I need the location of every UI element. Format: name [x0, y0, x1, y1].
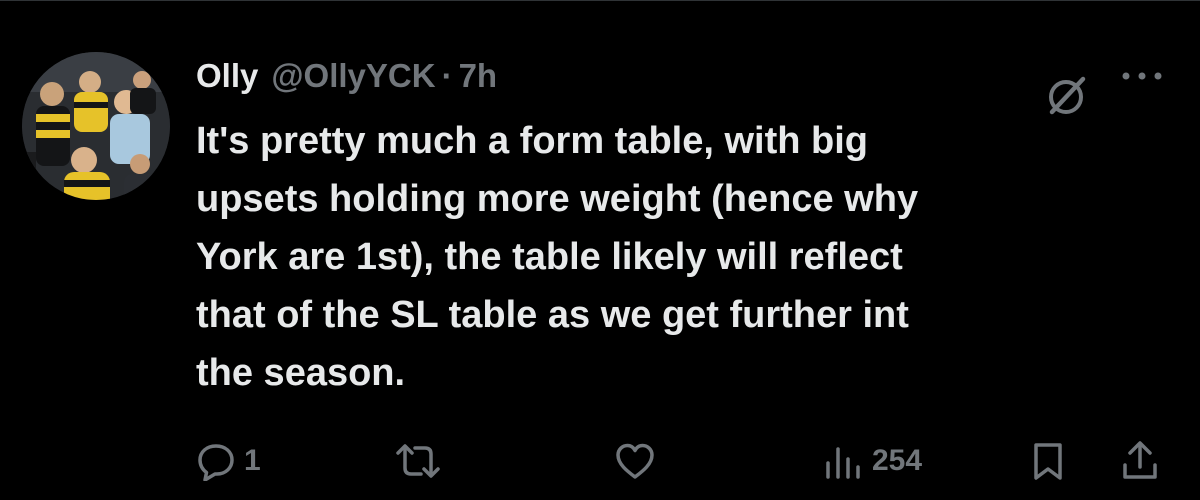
- avatar[interactable]: [22, 52, 170, 200]
- views-icon: [822, 441, 864, 481]
- bookmark-icon: [1030, 440, 1066, 482]
- bookmark-button[interactable]: [1030, 436, 1066, 486]
- like-button[interactable]: [614, 436, 664, 486]
- avatar-image: [22, 52, 170, 200]
- separator-dot: ·: [441, 57, 453, 94]
- author-handle[interactable]: @OllyYCK: [271, 52, 435, 100]
- share-icon: [1120, 439, 1160, 483]
- like-icon: [614, 441, 656, 481]
- views-count: 254: [872, 444, 923, 477]
- reply-icon: [196, 441, 236, 481]
- views-button[interactable]: 254: [822, 436, 922, 486]
- share-button[interactable]: [1120, 436, 1160, 486]
- tweet-actions: 1 254: [196, 436, 1186, 486]
- tweet[interactable]: Olly @OllyYCK · 7h It's pretty much a fo…: [0, 0, 1200, 500]
- author-display-name[interactable]: Olly: [196, 52, 258, 100]
- reply-count: 1: [244, 444, 261, 477]
- tweet-timestamp[interactable]: 7h: [459, 52, 498, 100]
- tweet-header: Olly @OllyYCK · 7h: [196, 52, 497, 100]
- retweet-button[interactable]: [394, 436, 450, 486]
- retweet-icon: [394, 441, 442, 481]
- reply-button[interactable]: 1: [196, 436, 261, 486]
- tweet-text: It's pretty much a form table, with big …: [196, 120, 919, 394]
- more-options-icon[interactable]: [1116, 66, 1168, 86]
